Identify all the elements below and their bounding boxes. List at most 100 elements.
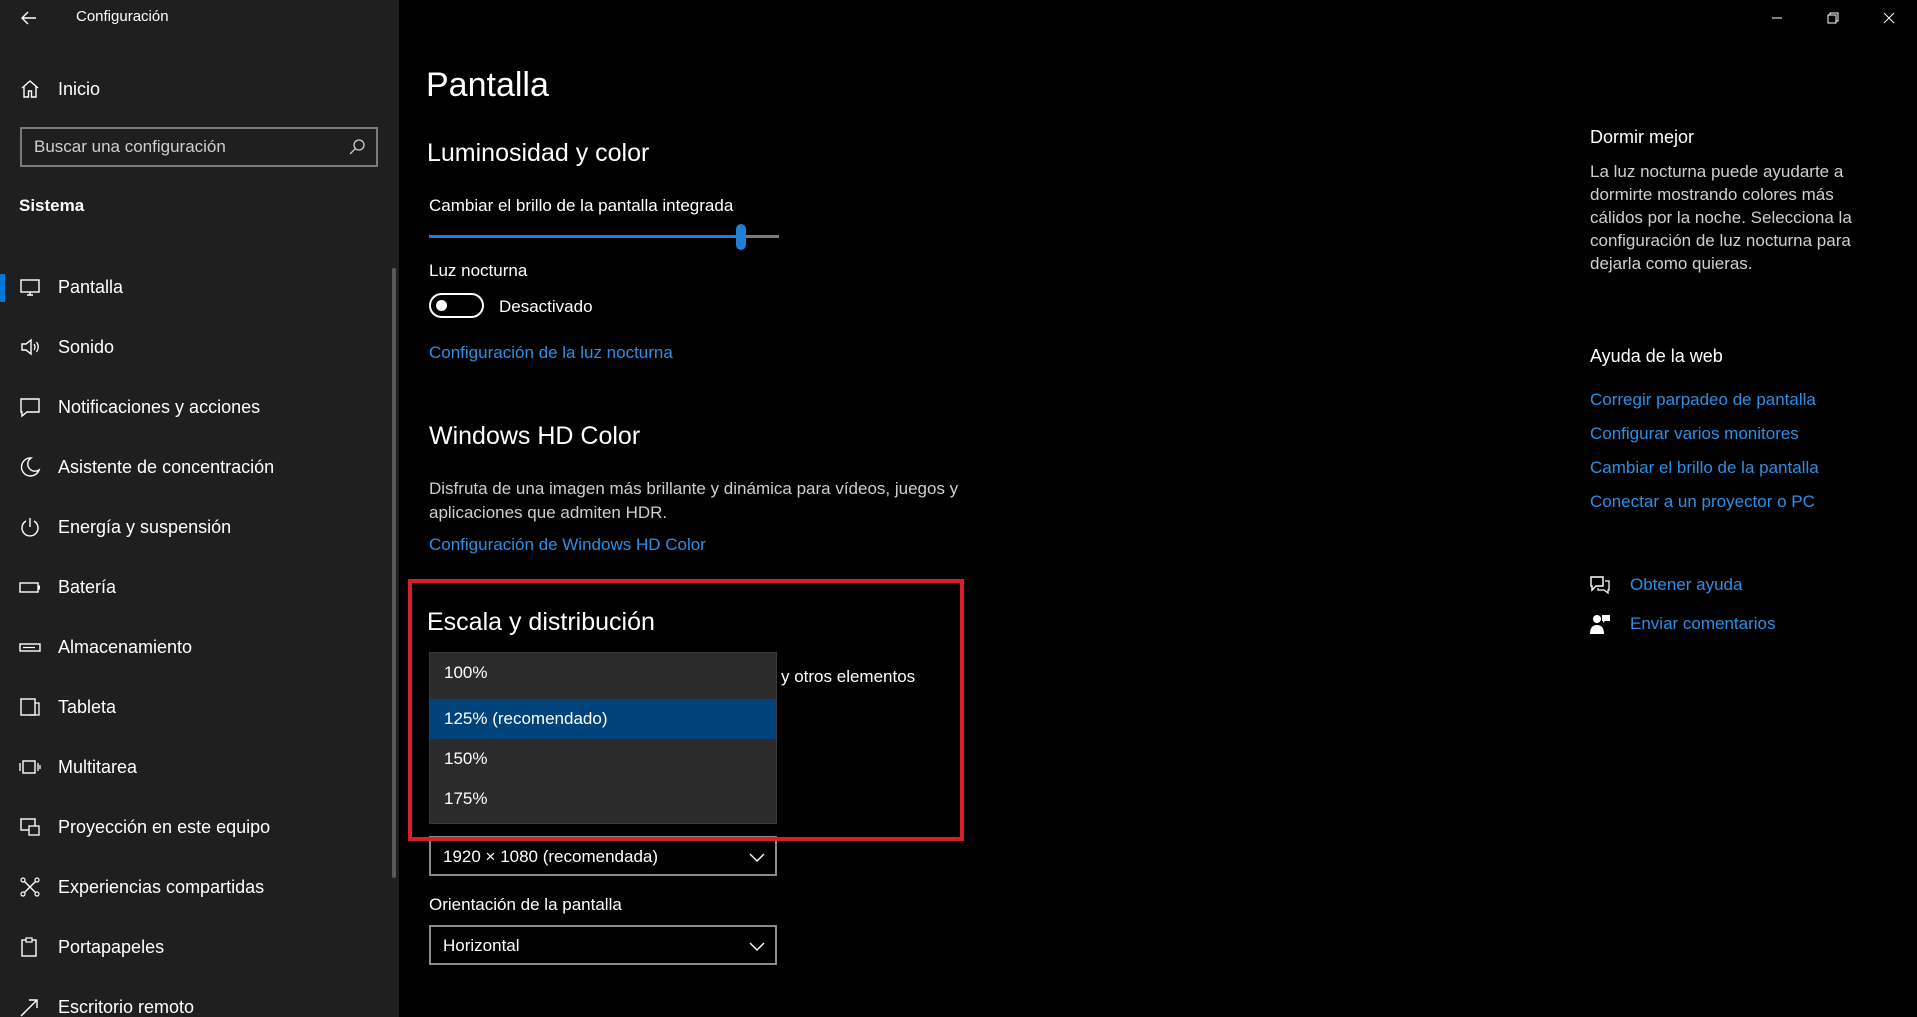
sidebar-item-bateria[interactable]: Batería bbox=[0, 558, 399, 618]
sidebar-item-label: Batería bbox=[58, 577, 117, 597]
scale-option-100[interactable]: 100% bbox=[430, 653, 776, 693]
scale-heading: Escala y distribución bbox=[427, 608, 655, 636]
notification-icon bbox=[20, 398, 40, 418]
toggle-knob bbox=[436, 300, 447, 311]
scale-option-label: 150% bbox=[444, 749, 488, 768]
close-button[interactable] bbox=[1861, 0, 1917, 36]
brightness-slider[interactable] bbox=[429, 224, 779, 254]
sidebar-item-label: Tableta bbox=[58, 697, 117, 717]
scale-option-label: 100% bbox=[444, 663, 488, 682]
sidebar-item-label: Energía y suspensión bbox=[58, 517, 232, 537]
minimize-button[interactable] bbox=[1749, 0, 1805, 36]
share-icon bbox=[20, 877, 40, 897]
resolution-select[interactable]: 1920 × 1080 (recomendada) bbox=[429, 836, 777, 876]
minimize-icon bbox=[1772, 17, 1782, 19]
restore-button[interactable] bbox=[1805, 0, 1861, 36]
power-icon bbox=[21, 518, 39, 537]
sidebar-item-experiencias[interactable]: Experiencias compartidas bbox=[0, 858, 399, 918]
hdr-heading: Windows HD Color bbox=[429, 422, 641, 450]
sidebar-item-label: Escritorio remoto bbox=[58, 997, 195, 1017]
scale-option-label: 175% bbox=[444, 789, 488, 808]
web-help-heading: Ayuda de la web bbox=[1590, 346, 1723, 366]
moon-icon bbox=[20, 457, 41, 477]
sidebar-item-label: Sonido bbox=[58, 337, 115, 357]
feedback-icon bbox=[1590, 615, 1610, 634]
sidebar-item-energia[interactable]: Energía y suspensión bbox=[0, 498, 399, 558]
sidebar-item-pantalla[interactable]: Pantalla bbox=[0, 258, 399, 318]
web-link-monitors[interactable]: Configurar varios monitores bbox=[1590, 424, 1799, 444]
toggle-state-label: Desactivado bbox=[499, 297, 593, 316]
night-light-settings-link[interactable]: Configuración de la luz nocturna bbox=[429, 343, 673, 363]
battery-icon bbox=[19, 582, 40, 593]
title-bar: Configuración bbox=[0, 0, 399, 36]
monitor-icon bbox=[20, 279, 40, 296]
brightness-heading: Luminosidad y color bbox=[427, 139, 650, 167]
restore-icon bbox=[1827, 12, 1839, 24]
sidebar-item-escritorio-remoto[interactable]: Escritorio remoto bbox=[0, 978, 399, 1017]
scale-option-175[interactable]: 175% bbox=[430, 779, 776, 819]
web-link-flicker[interactable]: Corregir parpadeo de pantalla bbox=[1590, 390, 1816, 410]
main-content: Pantalla Luminosidad y color Cambiar el … bbox=[399, 0, 1499, 1017]
speaker-icon bbox=[21, 338, 39, 356]
storage-icon bbox=[19, 643, 41, 652]
section-label: Sistema bbox=[19, 196, 85, 215]
scale-option-150[interactable]: 150% bbox=[430, 739, 776, 779]
sidebar-item-sonido[interactable]: Sonido bbox=[0, 318, 399, 378]
search-input[interactable] bbox=[34, 129, 334, 165]
sidebar-nav: Pantalla Sonido Notificaciones y accione… bbox=[0, 258, 399, 1017]
resolution-value: 1920 × 1080 (recomendada) bbox=[443, 847, 659, 866]
sidebar-scrollbar[interactable] bbox=[392, 268, 396, 878]
get-help-link[interactable]: Obtener ayuda bbox=[1630, 575, 1742, 595]
sidebar-item-label: Portapapeles bbox=[58, 937, 165, 957]
window-controls bbox=[1749, 0, 1917, 36]
scale-option-125[interactable]: 125% (recomendado) bbox=[430, 699, 776, 739]
sidebar-item-notificaciones[interactable]: Notificaciones y acciones bbox=[0, 378, 399, 438]
sidebar-item-proyeccion[interactable]: Proyección en este equipo bbox=[0, 798, 399, 858]
remote-desktop-icon bbox=[20, 999, 38, 1017]
sidebar-item-label: Multitarea bbox=[58, 757, 138, 777]
sidebar-item-label: Asistente de concentración bbox=[58, 457, 275, 477]
home-icon bbox=[21, 80, 39, 98]
clipboard-icon bbox=[21, 937, 37, 957]
scale-option-label: 125% (recomendado) bbox=[444, 709, 608, 728]
sidebar-item-tableta[interactable]: Tableta bbox=[0, 678, 399, 738]
slider-thumb[interactable] bbox=[735, 224, 746, 250]
chevron-down-icon bbox=[749, 942, 765, 951]
get-help-icon bbox=[1590, 576, 1610, 595]
sidebar-item-almacenamiento[interactable]: Almacenamiento bbox=[0, 618, 399, 678]
sidebar-item-label: Almacenamiento bbox=[58, 637, 193, 657]
hdr-settings-link[interactable]: Configuración de Windows HD Color bbox=[429, 535, 706, 555]
feedback-link[interactable]: Enviar comentarios bbox=[1630, 614, 1776, 634]
hdr-description-line1: Disfruta de una imagen más brillante y d… bbox=[429, 479, 959, 498]
back-button[interactable] bbox=[12, 4, 46, 32]
orientation-select[interactable]: Horizontal bbox=[429, 925, 777, 965]
home-nav-item[interactable]: Inicio bbox=[0, 72, 399, 106]
slider-fill bbox=[429, 235, 741, 238]
sidebar-item-portapapeles[interactable]: Portapapeles bbox=[0, 918, 399, 978]
scale-dropdown-list: 100% 125% (recomendado) 150% 175% bbox=[429, 652, 777, 824]
sidebar-item-multitarea[interactable]: Multitarea bbox=[0, 738, 399, 798]
sidebar: Configuración Inicio Sistema Pantalla So… bbox=[0, 0, 399, 1017]
orientation-value: Horizontal bbox=[443, 936, 520, 955]
web-link-brightness[interactable]: Cambiar el brillo de la pantalla bbox=[1590, 458, 1819, 478]
scale-label-partial: y otros elementos bbox=[781, 667, 916, 686]
app-title: Configuración bbox=[76, 8, 169, 25]
search-icon[interactable] bbox=[348, 138, 366, 156]
sidebar-item-label: Proyección en este equipo bbox=[58, 817, 271, 837]
back-arrow-icon bbox=[21, 11, 36, 25]
close-icon bbox=[1883, 12, 1895, 24]
search-box[interactable] bbox=[20, 127, 378, 167]
night-light-toggle[interactable] bbox=[429, 293, 484, 318]
home-label: Inicio bbox=[58, 79, 101, 99]
chevron-down-icon bbox=[749, 853, 765, 862]
page-title: Pantalla bbox=[426, 66, 549, 104]
night-light-label: Luz nocturna bbox=[429, 261, 528, 280]
sidebar-item-asistente[interactable]: Asistente de concentración bbox=[0, 438, 399, 498]
orientation-label: Orientación de la pantalla bbox=[429, 895, 622, 914]
brightness-slider-label: Cambiar el brillo de la pantalla integra… bbox=[429, 196, 734, 215]
web-link-projector[interactable]: Conectar a un proyector o PC bbox=[1590, 492, 1815, 512]
sleep-description: La luz nocturna puede ayudarte a dormirt… bbox=[1590, 162, 1852, 273]
sidebar-item-label: Notificaciones y acciones bbox=[58, 397, 261, 417]
projection-icon bbox=[20, 818, 40, 836]
sidebar-item-label: Pantalla bbox=[58, 277, 124, 297]
